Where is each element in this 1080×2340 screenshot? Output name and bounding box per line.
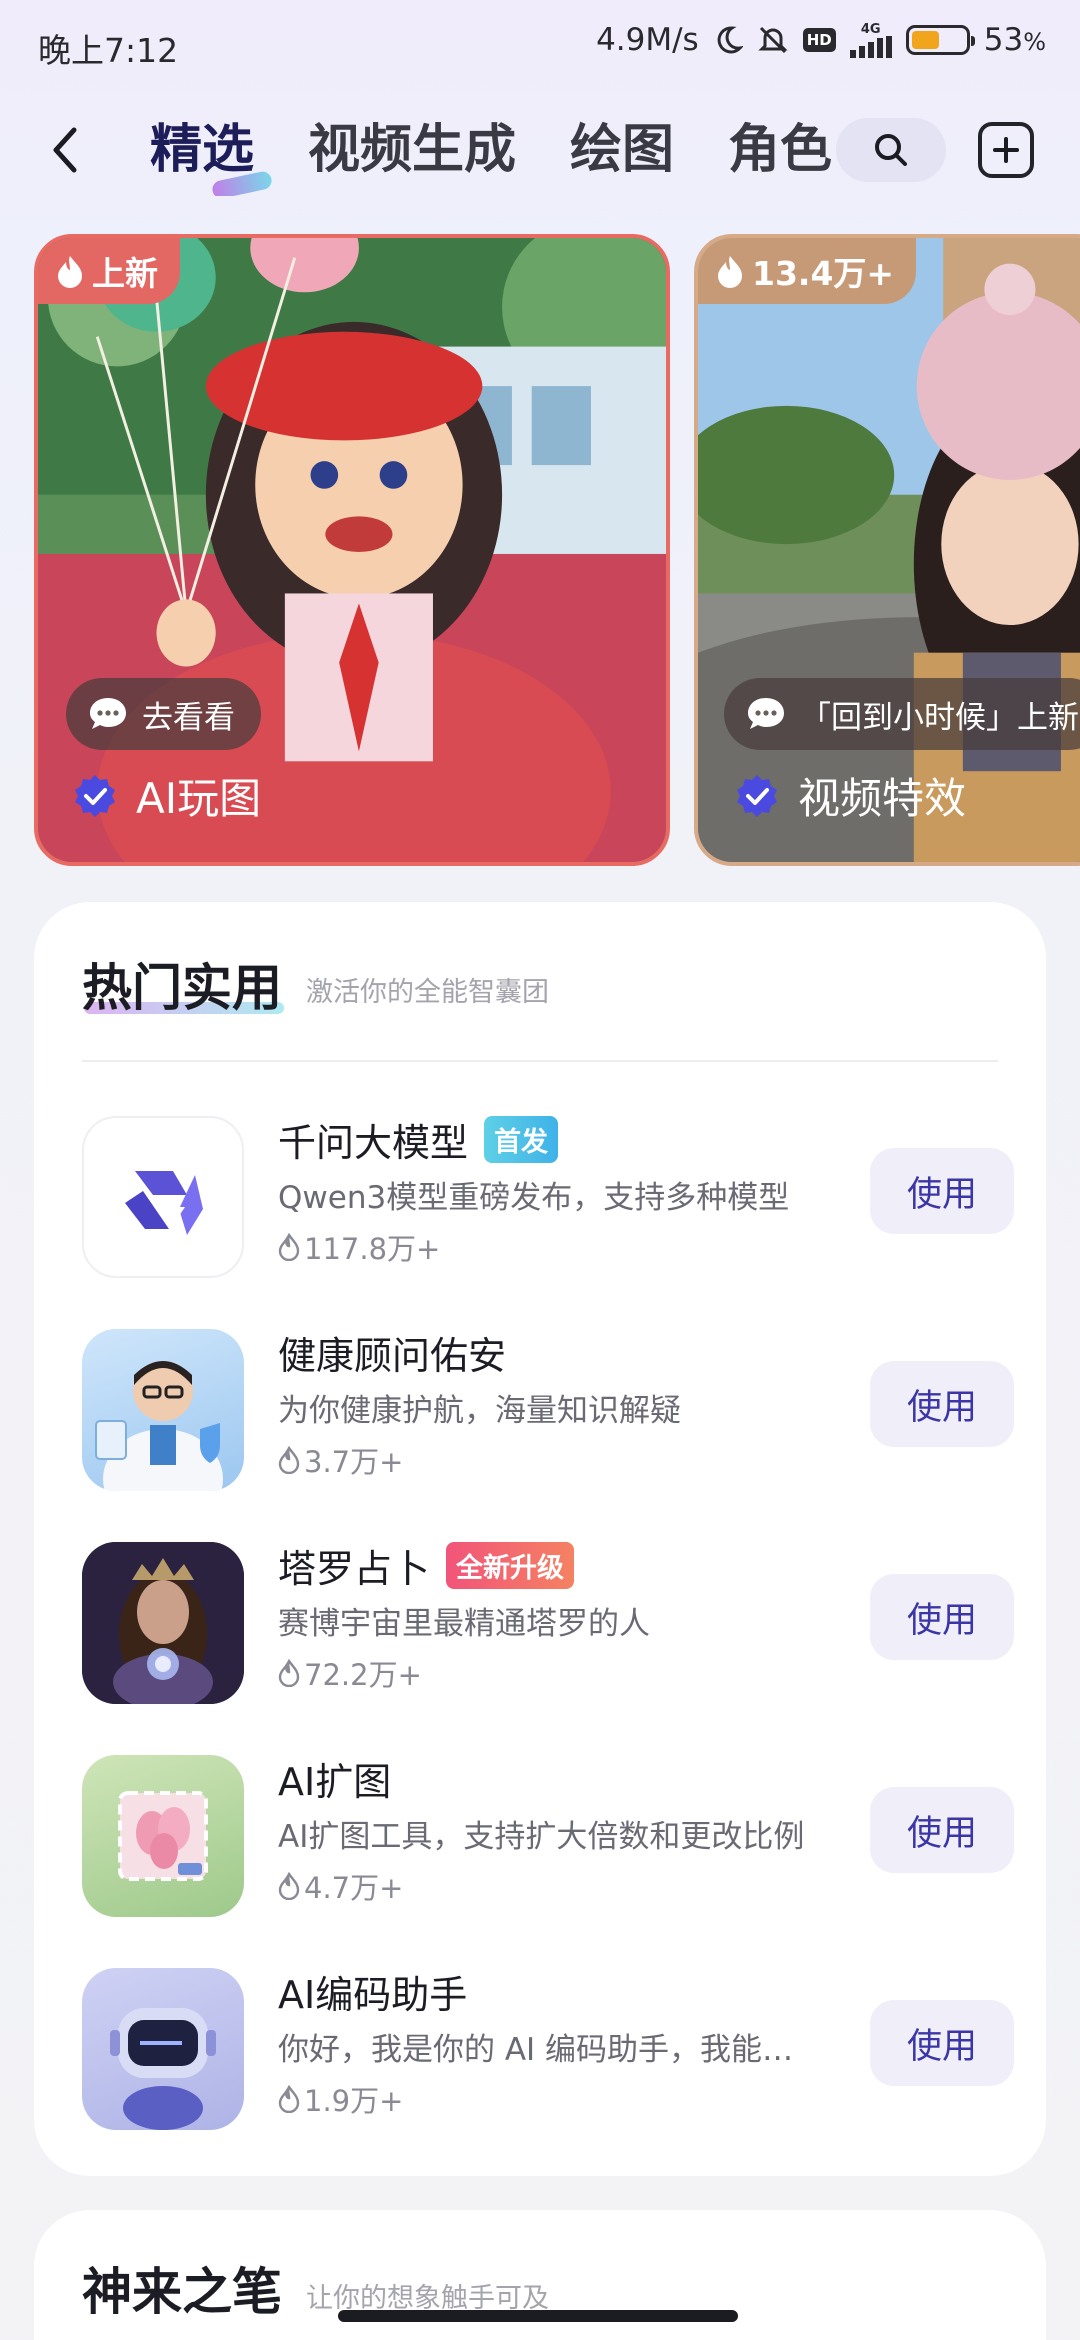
plus-icon [993,137,1019,163]
use-button[interactable]: 使用 [870,1574,1014,1660]
hd-icon: HD [802,28,836,52]
use-button[interactable]: 使用 [870,1148,1014,1234]
chat-bubble-icon [748,698,784,729]
banner-video-effects[interactable]: 13.4万+ 「回到小时候」上新 视频特效 [694,234,1080,866]
flame-icon [58,256,82,288]
list-item[interactable]: 塔罗占卜 全新升级 赛博宇宙里最精通塔罗的人 72.2万+ 使用 [82,1534,1014,1704]
app-name: AI编码助手 [278,1973,468,2017]
section-subtitle: 激活你的全能智囊团 [306,977,549,1008]
back-to-childhood-button[interactable]: 「回到小时候」上新 [724,678,1080,750]
usage-count: 3.7万+ [278,1439,403,1481]
robot-icon [82,1968,244,2130]
image-expand-icon [82,1755,244,1917]
app-name: 千问大模型 首发 [278,1112,559,1167]
go-look-button[interactable]: 去看看 [66,678,261,750]
qwen-logo-icon [82,1116,244,1278]
bell-muted-icon [757,24,789,56]
tab-character[interactable]: 角色 [728,116,832,196]
app-name: 健康顾问佑安 [278,1334,507,1378]
banner-label: AI玩图 [72,765,261,826]
app-description: 赛博宇宙里最精通塔罗的人 [278,1606,650,1642]
category-tabs: 精选 视频生成 绘图 角色 [150,116,840,196]
use-button[interactable]: 使用 [870,1361,1014,1447]
usage-count: 1.9万+ [278,2078,403,2120]
add-button[interactable] [978,122,1034,178]
search-icon [875,134,907,166]
banner-ai-image-play[interactable]: 上新 去看看 AI玩图 [34,234,670,866]
use-button[interactable]: 使用 [870,2000,1014,2086]
verified-icon [737,774,777,817]
home-indicator[interactable] [338,2310,738,2322]
flame-icon [278,2085,300,2113]
app-description: Qwen3模型重磅发布，支持多种模型 [278,1180,790,1216]
use-button[interactable]: 使用 [870,1787,1014,1873]
app-description: 你好，我是你的 AI 编码助手，我能帮你 [278,2032,818,2068]
debut-tag: 首发 [484,1116,559,1163]
usage-count: 117.8万+ [278,1226,440,1268]
app-name: 塔罗占卜 全新升级 [278,1538,575,1593]
tarot-avatar [82,1542,244,1704]
top-nav: 精选 视频生成 绘图 角色 [0,100,1080,200]
chat-bubble-icon [90,698,126,729]
section-title: 神来之笔 [82,2263,282,2321]
list-item[interactable]: 千问大模型 首发 Qwen3模型重磅发布，支持多种模型 117.8万+ 使用 [82,1108,1014,1278]
network-type: 4G [860,21,881,37]
back-icon[interactable] [44,124,88,176]
flame-icon [278,1872,300,1900]
list-item[interactable]: AI编码助手 你好，我是你的 AI 编码助手，我能帮你 1.9万+ 使用 [82,1960,1014,2130]
tab-drawing[interactable]: 绘图 [570,116,674,196]
flame-icon [718,256,742,288]
tab-video-generation[interactable]: 视频生成 [308,116,516,196]
app-description: AI扩图工具，支持扩大倍数和更改比例 [278,1819,805,1855]
popularity-badge: 13.4万+ [698,238,917,304]
usage-count: 4.7万+ [278,1865,403,1907]
flame-icon [278,1659,300,1687]
health-advisor-avatar [82,1329,244,1491]
upgrade-tag: 全新升级 [446,1542,575,1589]
new-badge: 上新 [38,238,180,304]
app-description: 为你健康护航，海量知识解疑 [278,1393,681,1429]
net-speed: 4.9M/s [596,22,699,58]
list-item[interactable]: AI扩图 AI扩图工具，支持扩大倍数和更改比例 4.7万+ 使用 [82,1747,1014,1917]
status-bar: 晚上7:12 4.9M/s HD 4G 53% [0,0,1080,92]
flame-icon [278,1446,300,1474]
hot-practical-section: 热门实用 激活你的全能智囊团 千问大模型 首发 Qwen3模型重磅发布，支持多种… [34,902,1046,2176]
status-icons: 4.9M/s HD 4G 53% [596,22,1046,58]
list-item[interactable]: 健康顾问佑安 为你健康护航，海量知识解疑 3.7万+ 使用 [82,1321,1014,1491]
signal-icon: 4G [849,21,892,58]
verified-icon [75,774,115,817]
usage-count: 72.2万+ [278,1652,422,1694]
section-title: 热门实用 [82,959,282,1017]
app-name: AI扩图 [278,1760,392,1804]
status-time: 晚上7:12 [38,31,179,70]
banner-label: 视频特效 [734,765,966,826]
battery-icon [905,25,975,55]
search-button[interactable] [836,118,946,182]
battery-percent: 53% [983,22,1046,58]
flame-icon [278,1233,300,1261]
divider [82,1060,998,1062]
moon-icon [713,25,743,55]
tab-featured[interactable]: 精选 [150,116,274,196]
